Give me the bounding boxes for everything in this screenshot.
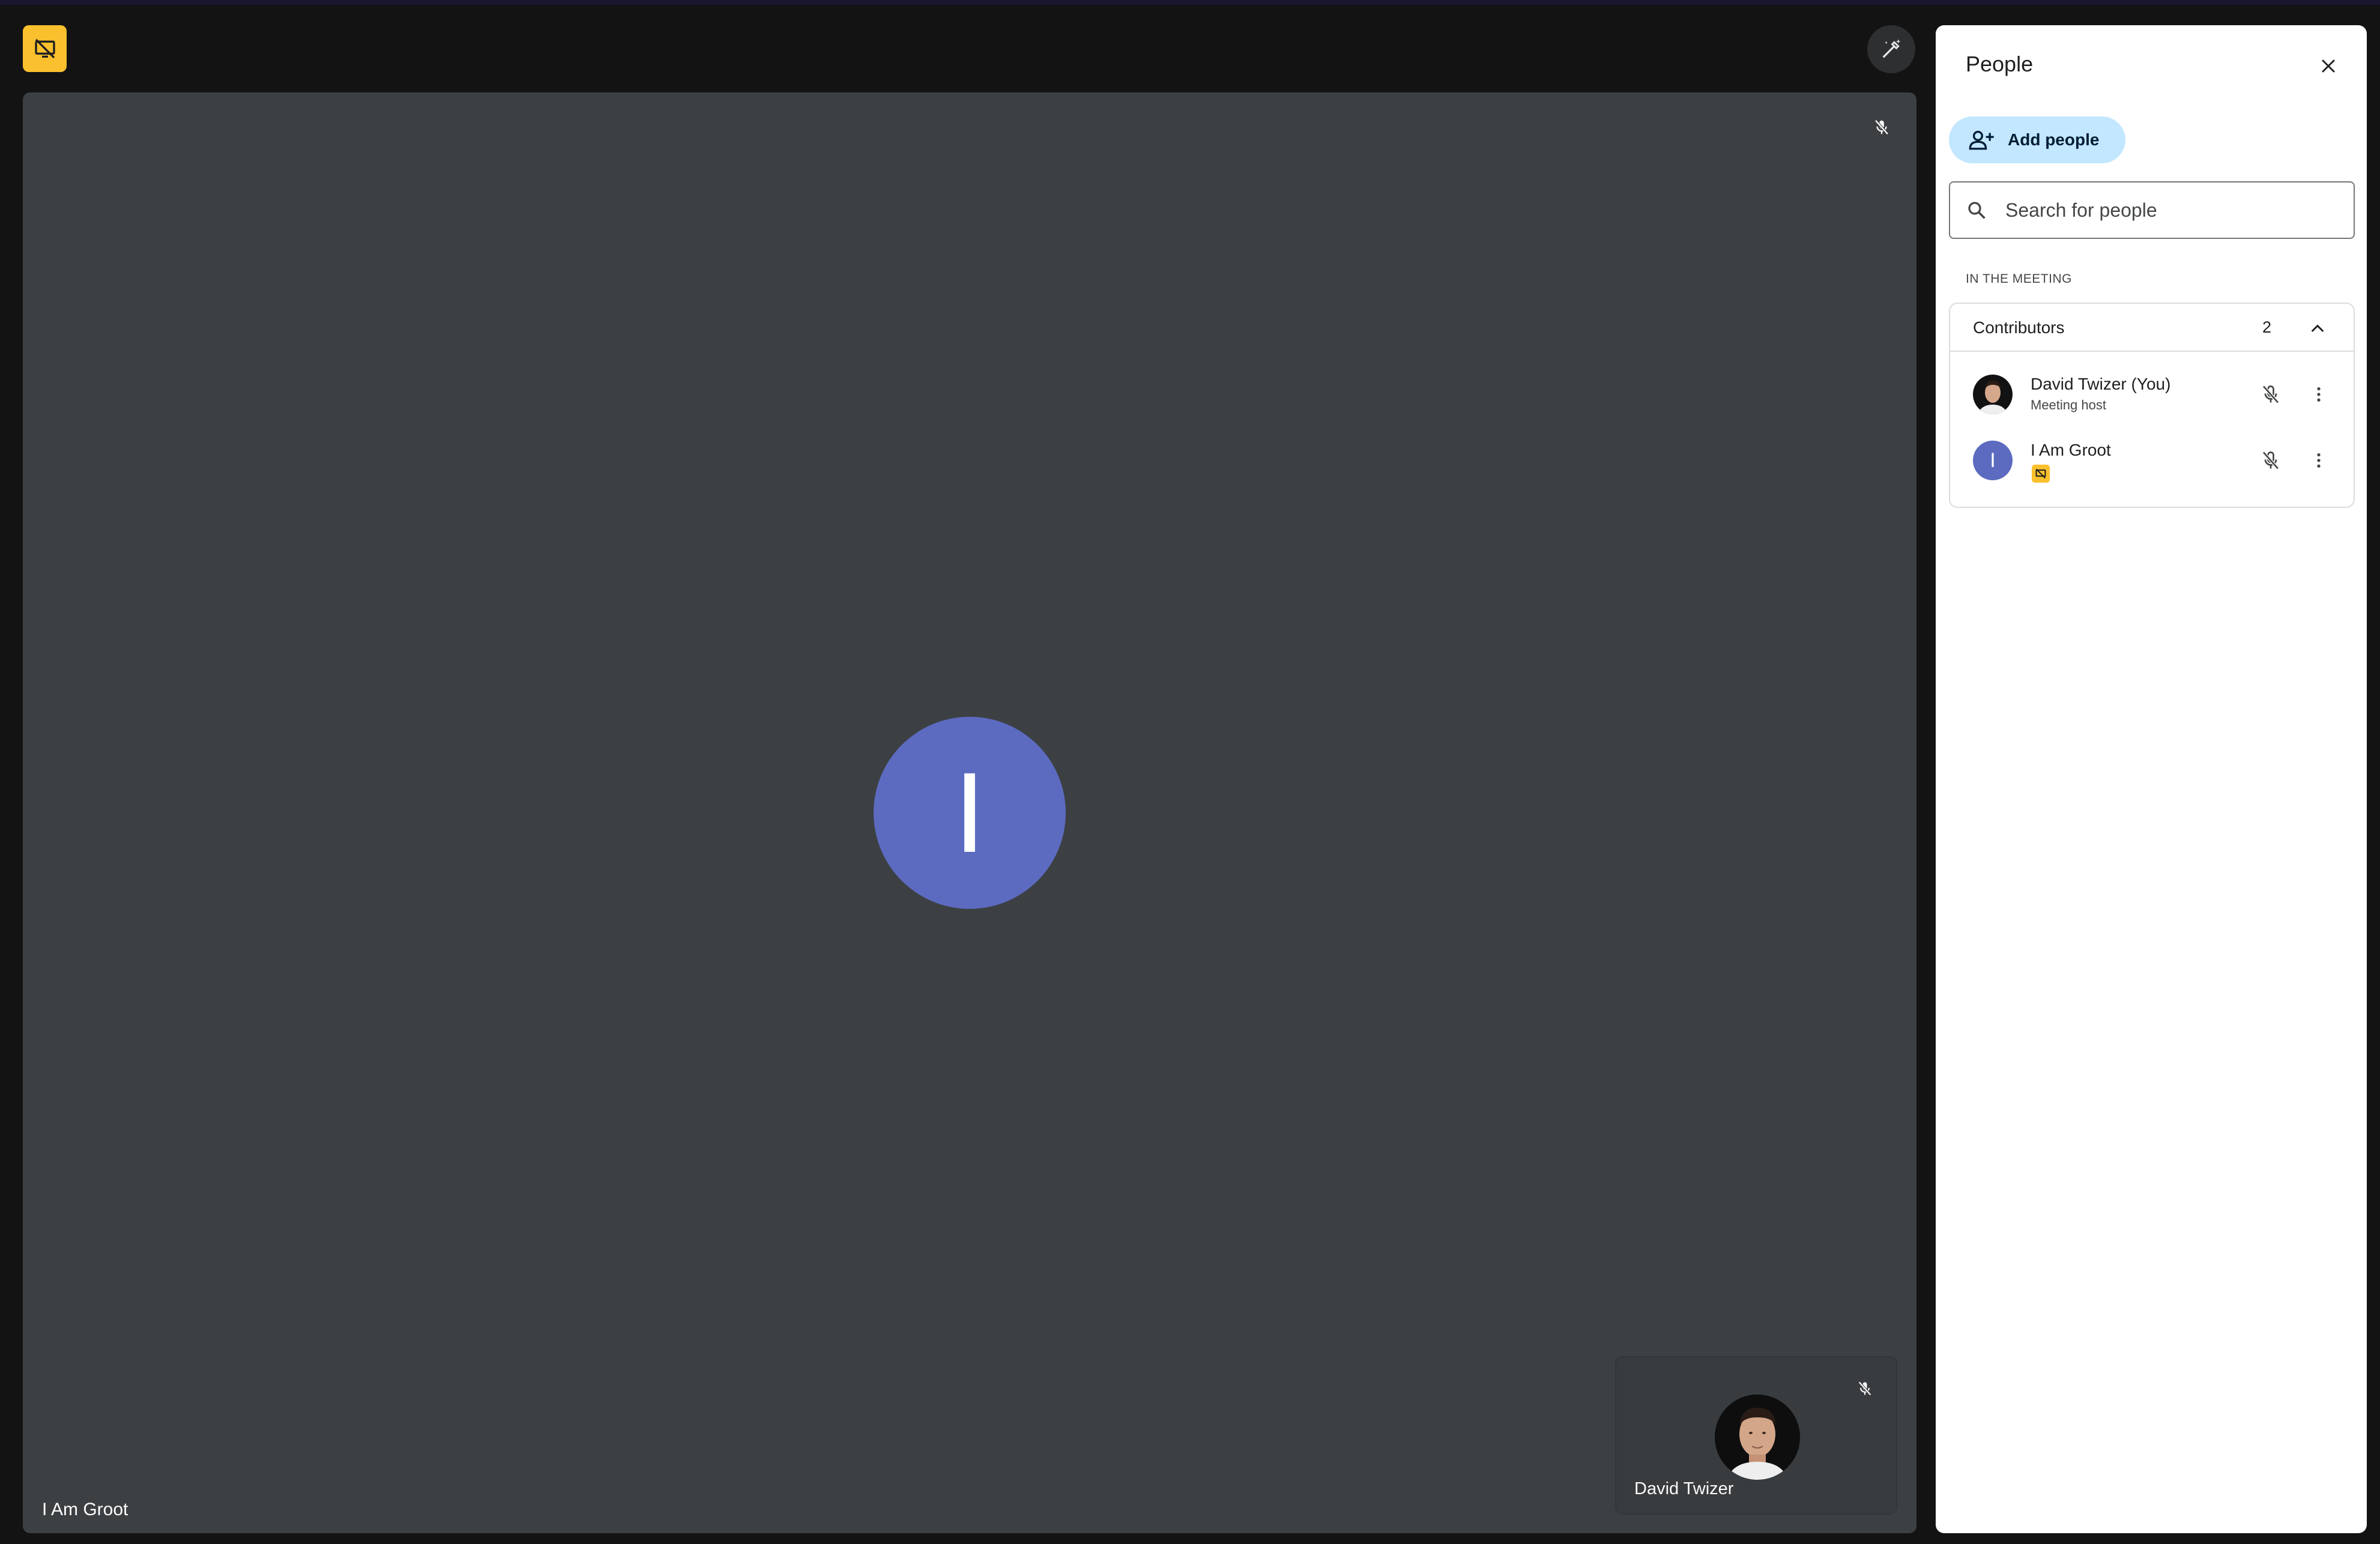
avatar	[1715, 1395, 1800, 1480]
magic-pen-icon	[1882, 39, 1901, 58]
muted-indicator	[1850, 1374, 1879, 1403]
participant-role: Meeting host	[2031, 397, 2106, 412]
collapse-group-button[interactable]	[2301, 312, 2334, 346]
profile-photo	[1973, 375, 2013, 414]
self-view-tile[interactable]: David Twizer	[1615, 1356, 1897, 1515]
participant-row[interactable]: David Twizer (You) Meeting host	[1950, 361, 2354, 427]
group-count: 2	[2262, 318, 2272, 336]
mic-off-icon	[2262, 451, 2279, 470]
close-icon	[2322, 59, 2335, 73]
avatar	[1973, 375, 2013, 414]
search-icon	[1968, 202, 1986, 219]
add-people-label: Add people	[2008, 130, 2100, 149]
presentation-off-badge	[2032, 465, 2050, 483]
more-options-button[interactable]	[2301, 376, 2337, 412]
chevron-up-icon	[2311, 324, 2324, 333]
main-participant-tile[interactable]: I I Am Groot	[23, 92, 1916, 1533]
panel-title: People	[1966, 52, 2034, 76]
more-vert-icon	[2317, 453, 2321, 468]
add-people-button[interactable]: Add people	[1949, 116, 2125, 163]
visual-effects-button[interactable]	[1867, 25, 1915, 73]
avatar: I	[1973, 441, 2013, 480]
section-label: IN THE MEETING	[1966, 272, 2072, 286]
participant-name: I Am Groot	[2031, 441, 2111, 459]
mic-off-icon	[1858, 1381, 1871, 1396]
presentation-off-icon	[2035, 468, 2046, 479]
search-input[interactable]	[2004, 198, 2340, 222]
participant-name: David Twizer (You)	[2031, 375, 2171, 393]
presentation-off-badge[interactable]	[23, 25, 67, 72]
mic-toggle-button[interactable]	[2253, 442, 2289, 478]
group-header[interactable]: Contributors 2	[1950, 304, 2354, 352]
window-top-strip	[0, 0, 2380, 5]
participant-avatar: I	[874, 717, 1066, 909]
search-box[interactable]	[1949, 181, 2355, 239]
more-options-button[interactable]	[2301, 442, 2337, 478]
muted-indicator	[1865, 110, 1898, 144]
mic-off-icon	[1874, 119, 1889, 135]
contributors-group: Contributors 2 David Twizer (You) Meetin…	[1949, 303, 2355, 508]
profile-photo	[1715, 1395, 1800, 1480]
person-add-icon	[1969, 130, 1994, 150]
mic-toggle-button[interactable]	[2253, 376, 2289, 412]
participant-name-label: I Am Groot	[42, 1500, 128, 1519]
presentation-off-icon	[34, 38, 55, 59]
more-vert-icon	[2317, 387, 2321, 402]
mic-off-icon	[2262, 385, 2279, 404]
close-panel-button[interactable]	[2312, 49, 2345, 83]
people-panel: People Add people IN THE MEETING Contrib…	[1936, 25, 2367, 1533]
group-title: Contributors	[1973, 318, 2065, 337]
participant-name-label: David Twizer	[1634, 1479, 1734, 1498]
participant-row[interactable]: I I Am Groot	[1950, 427, 2354, 493]
